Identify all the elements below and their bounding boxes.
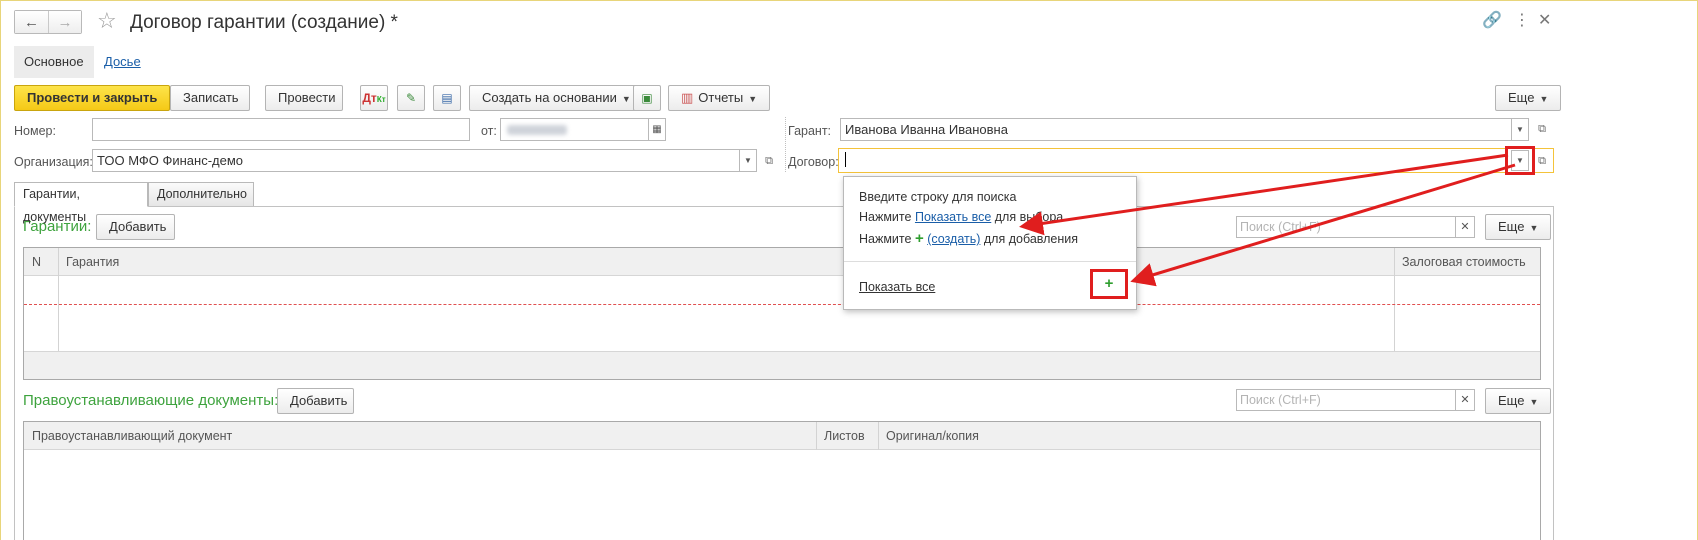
column-divider	[816, 422, 817, 450]
chevron-down-icon: ▼	[1529, 223, 1539, 233]
date-value-blurred	[507, 125, 567, 135]
column-divider	[878, 422, 879, 450]
more-label: Еще	[1498, 219, 1525, 234]
contract-field[interactable]	[838, 148, 1554, 173]
column-header-guarantee[interactable]: Гарантия	[58, 248, 1394, 276]
column-header-original-copy[interactable]: Оригинал/копия	[878, 422, 1540, 450]
organization-dropdown-icon[interactable]: ▼	[739, 149, 757, 172]
number-label: Номер:	[14, 124, 56, 138]
column-header-collateral-value[interactable]: Залоговая стоимость	[1394, 248, 1540, 276]
add-title-document-button[interactable]: Добавить	[277, 388, 354, 414]
organization-label: Организация:	[14, 155, 93, 169]
back-icon[interactable]: ←	[15, 11, 48, 33]
divider	[785, 117, 786, 172]
tab-additional[interactable]: Дополнительно	[148, 182, 254, 207]
guarantees-search-input[interactable]: Поиск (Ctrl+F)	[1236, 216, 1456, 238]
hint-suffix: для выбора	[994, 210, 1064, 224]
date-label: от:	[481, 124, 497, 138]
contract-open-icon[interactable]: ⧉	[1534, 153, 1550, 169]
tab-dossier[interactable]: Досье	[94, 46, 151, 78]
guarantor-field[interactable]: Иванова Иванна Ивановна	[840, 118, 1512, 141]
column-header-title-document[interactable]: Правоустанавливающий документ	[24, 422, 816, 450]
forward-icon[interactable]: →	[48, 11, 81, 33]
contract-label: Договор:	[788, 155, 839, 169]
favorite-star-icon[interactable]: ☆	[97, 8, 117, 34]
chevron-down-icon: ▼	[1539, 94, 1549, 104]
hint-prefix: Нажмите	[859, 232, 912, 246]
popup-create-button[interactable]: +	[1090, 269, 1128, 299]
title-documents-table: Правоустанавливающий документ Листов Ори…	[23, 421, 1541, 540]
close-icon[interactable]: ✕	[1538, 10, 1551, 30]
dt-kt-icon[interactable]: ДтКт	[360, 85, 388, 111]
page-title: Договор гарантии (создание) *	[130, 12, 398, 33]
column-header-n[interactable]: N	[24, 248, 58, 276]
more-label: Еще	[1498, 393, 1525, 408]
popup-create-inline-link[interactable]: (создать)	[927, 232, 980, 246]
report-icon: ▥	[681, 90, 694, 105]
popup-show-all-link[interactable]: Показать все	[859, 280, 935, 294]
post-and-close-button[interactable]: Провести и закрыть	[14, 85, 171, 111]
popup-hint-create: Нажмите + (создать) для добавления	[859, 230, 1078, 247]
title-documents-title: Правоустанавливающие документы:	[23, 392, 279, 409]
hint-prefix: Нажмите	[859, 210, 912, 224]
column-header-sheets[interactable]: Листов	[816, 422, 878, 450]
guarantor-open-icon[interactable]: ⧉	[1534, 121, 1550, 137]
link-icon[interactable]: 🔗	[1482, 10, 1502, 30]
more-button[interactable]: Еще ▼	[1495, 85, 1562, 111]
clear-search-icon[interactable]: ✕	[1455, 216, 1475, 238]
guarantees-more-button[interactable]: Еще ▼	[1485, 214, 1552, 240]
hint-suffix: для добавления	[983, 232, 1079, 246]
guarantor-dropdown-icon[interactable]: ▼	[1511, 118, 1529, 141]
title-documents-search-input[interactable]: Поиск (Ctrl+F)	[1236, 389, 1456, 411]
popup-hint-search: Введите строку для поиска	[859, 190, 1017, 204]
organization-open-icon[interactable]: ⧉	[761, 153, 777, 169]
annotation-highlight-dropdown	[1505, 146, 1535, 175]
popup-divider	[844, 261, 1136, 262]
tab-guarantees-documents[interactable]: Гарантии, документы	[14, 182, 148, 224]
add-guarantee-button[interactable]: Добавить	[96, 214, 175, 240]
popup-hint-show-all: Нажмите Показать все для выбора	[859, 210, 1063, 224]
create-based-on-label: Создать на основании	[482, 90, 617, 105]
table-footer	[24, 351, 1540, 379]
reports-label: Отчеты	[698, 90, 744, 105]
more-label: Еще	[1508, 90, 1535, 105]
chevron-down-icon: ▼	[621, 94, 631, 104]
organization-field[interactable]: ТОО МФО Финанс-демо	[92, 149, 740, 172]
document-export-icon[interactable]: ▣	[633, 85, 661, 111]
save-button[interactable]: Записать	[170, 85, 250, 111]
row-separator	[24, 304, 1540, 305]
post-button[interactable]: Провести	[265, 85, 343, 111]
more-menu-icon[interactable]: ⋮	[1514, 10, 1530, 30]
plus-icon: +	[1104, 275, 1114, 292]
chevron-down-icon: ▼	[1529, 397, 1539, 407]
clear-search-icon[interactable]: ✕	[1455, 389, 1475, 411]
contract-dropdown-popup: Введите строку для поиска Нажмите Показа…	[843, 176, 1137, 310]
structure-icon[interactable]: ▤	[433, 85, 461, 111]
reports-button[interactable]: ▥ Отчеты ▼	[668, 85, 771, 111]
guarantees-table: N Гарантия Залоговая стоимость	[23, 247, 1541, 380]
nav-buttons: ← →	[14, 10, 82, 34]
text-cursor	[845, 152, 846, 167]
calendar-icon[interactable]: ▦	[648, 118, 666, 141]
plus-icon: +	[914, 230, 924, 247]
create-based-on-button[interactable]: Создать на основании ▼	[469, 85, 644, 111]
edit-pencil-icon[interactable]: ✎	[397, 85, 425, 111]
tab-main[interactable]: Основное	[14, 46, 94, 78]
popup-show-all-inline-link[interactable]: Показать все	[915, 210, 991, 224]
chevron-down-icon: ▼	[748, 94, 758, 104]
number-field[interactable]	[92, 118, 470, 141]
guarantor-label: Гарант:	[788, 124, 832, 138]
title-documents-more-button[interactable]: Еще ▼	[1485, 388, 1552, 414]
